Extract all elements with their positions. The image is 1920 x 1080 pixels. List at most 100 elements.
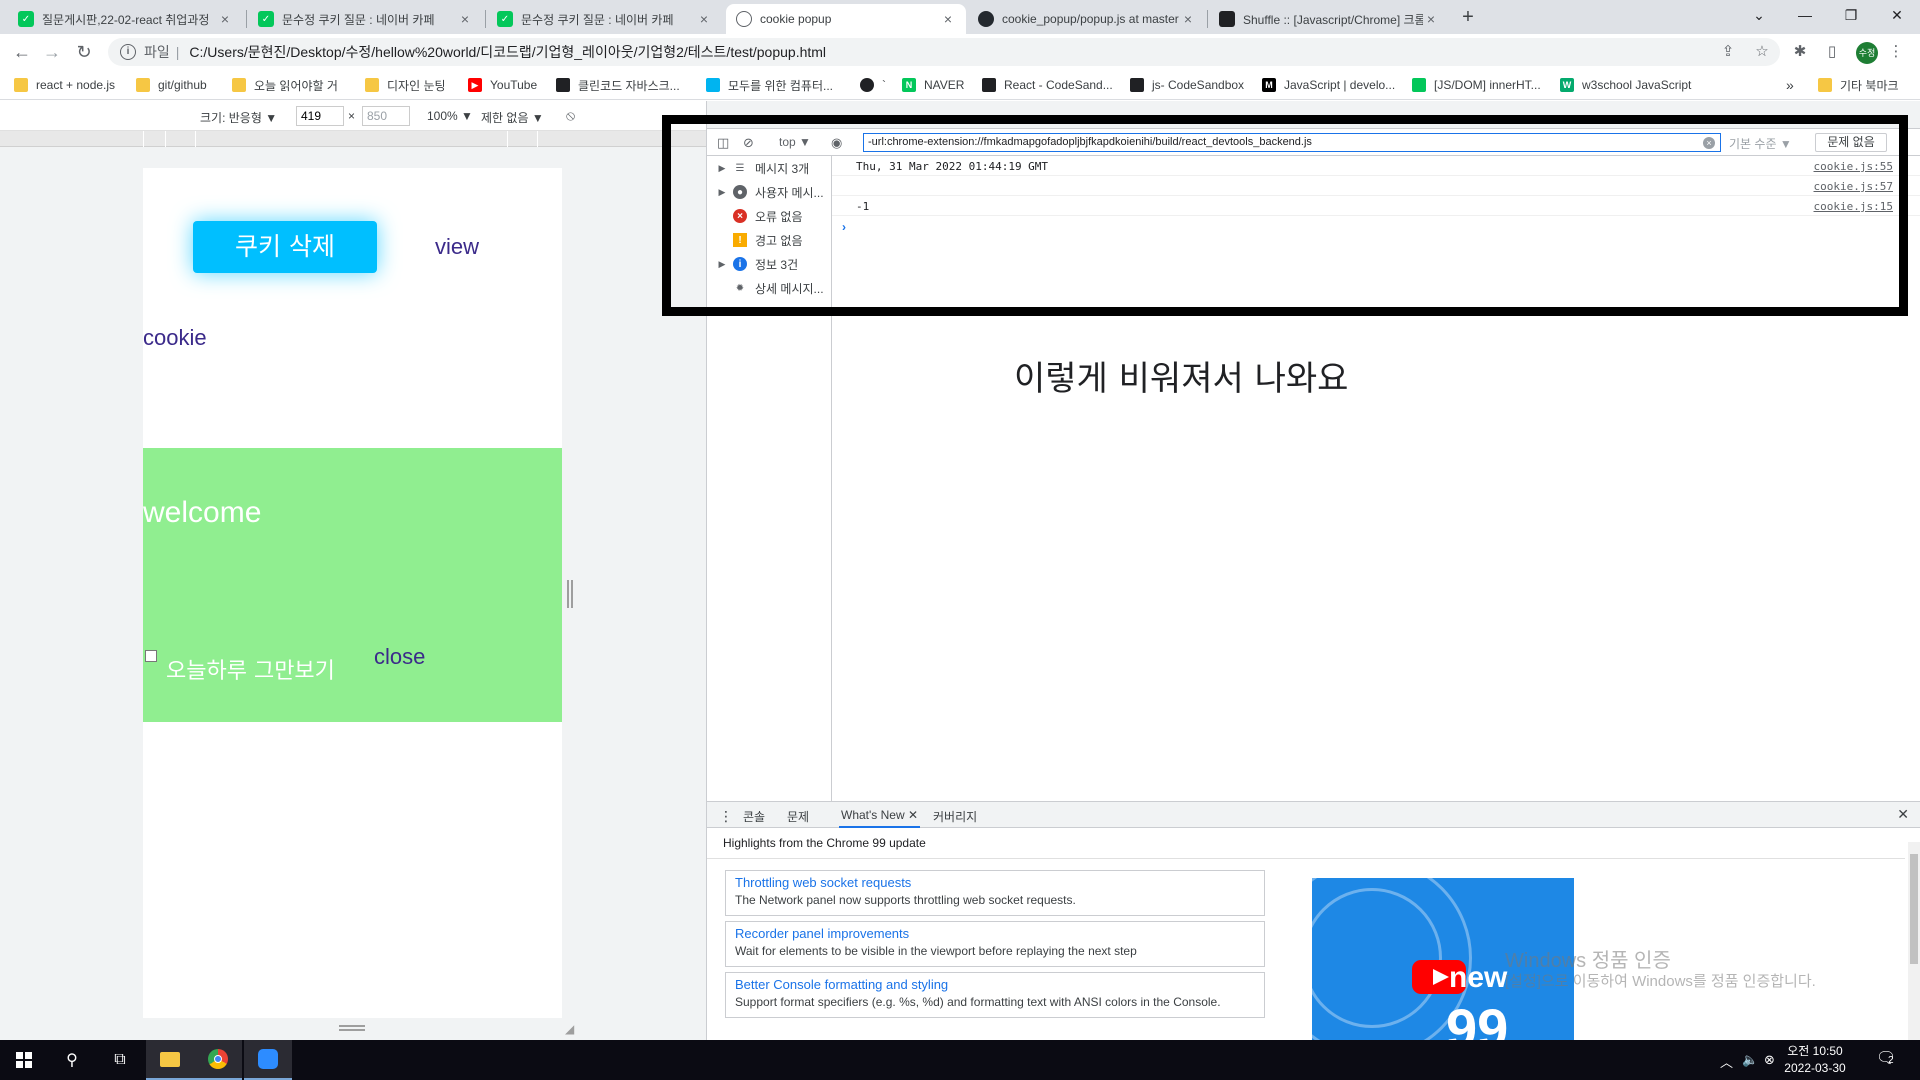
drawer-tab-console[interactable]: 콘솔 <box>743 808 765 825</box>
side-panel-icon[interactable]: ▯ <box>1822 42 1842 62</box>
annotation-highlight-box <box>662 115 1908 316</box>
bookmark-label: 클린코드 자바스크... <box>578 78 680 93</box>
tistory-icon <box>1219 11 1235 27</box>
whats-new-card[interactable]: Throttling web socket requests The Netwo… <box>725 870 1265 916</box>
windows-start-icon[interactable] <box>0 1040 48 1080</box>
bookmarks-overflow-button[interactable]: » <box>1786 76 1794 94</box>
minimize-icon[interactable]: — <box>1782 0 1828 30</box>
drawer-scrollbar[interactable] <box>1908 842 1920 1041</box>
bookmark-label: NAVER <box>924 78 965 92</box>
bookmark-item[interactable]: 클린코드 자바스크... <box>556 76 680 94</box>
ruler-segment[interactable] <box>165 131 195 147</box>
browser-tab[interactable]: ✓ 문수정 쿠키 질문 : 네이버 카페 × <box>487 4 722 34</box>
close-tab-icon[interactable]: ✕ <box>908 808 918 822</box>
zoom-dropdown[interactable]: 100% ▼ <box>427 109 473 123</box>
whats-new-card[interactable]: Better Console formatting and styling Su… <box>725 972 1265 1018</box>
bookmark-item[interactable]: Ww3school JavaScript <box>1560 76 1691 94</box>
browser-tab[interactable]: ✓ 질문게시판,22-02-react 취업과정 × <box>8 4 243 34</box>
bookmark-item[interactable]: ▶ YouTube <box>468 76 537 94</box>
drawer-tab-coverage[interactable]: 커버리지 <box>933 808 977 825</box>
browser-tab[interactable]: Shuffle :: [Javascript/Chrome] 크롬 × <box>1209 4 1449 34</box>
menu-icon[interactable]: ⋮ <box>1886 42 1906 62</box>
file-explorer-icon[interactable] <box>146 1040 194 1080</box>
cafe-favicon-icon: ✓ <box>258 11 274 27</box>
card-title-link[interactable]: Recorder panel improvements <box>735 926 1255 941</box>
search-icon[interactable]: ⚲ <box>48 1040 96 1080</box>
address-bar[interactable]: i 파일 | C:/Users/문현진/Desktop/수정/hellow%20… <box>108 38 1780 66</box>
viewport-resize-handle-right[interactable] <box>567 580 573 608</box>
back-icon[interactable]: ← <box>10 40 34 64</box>
bookmark-item[interactable]: React - CodeSand... <box>982 76 1113 94</box>
share-icon[interactable]: ⇪ <box>1718 42 1738 62</box>
chrome-icon[interactable] <box>194 1040 242 1080</box>
bookmark-item[interactable]: git/github <box>136 76 207 94</box>
notification-center-icon[interactable]: 🗨 2 <box>1876 1048 1906 1072</box>
close-tab-icon[interactable]: × <box>1180 11 1196 27</box>
tray-overflow-icon[interactable]: ︿ <box>1720 1052 1733 1071</box>
close-window-icon[interactable]: ✕ <box>1874 0 1920 30</box>
system-clock[interactable]: 오전 10:50 2022-03-30 <box>1780 1043 1850 1077</box>
close-drawer-icon[interactable]: ✕ <box>1897 806 1909 823</box>
bookmark-item[interactable]: react + node.js <box>14 76 115 94</box>
forward-icon[interactable]: → <box>40 40 64 64</box>
viewport-resize-handle-bottom[interactable] <box>339 1025 365 1031</box>
dont-show-today-checkbox[interactable] <box>145 650 157 662</box>
ruler-segment[interactable] <box>195 131 507 147</box>
drawer-tab-issues[interactable]: 문제 <box>787 808 809 825</box>
network-icon[interactable]: ⊗ <box>1764 1052 1775 1068</box>
drawer-menu-icon[interactable]: ⋮ <box>719 808 733 825</box>
viewport-width-input[interactable] <box>296 106 344 126</box>
rotate-icon[interactable]: ⦸ <box>566 107 575 124</box>
browser-tab[interactable]: cookie_popup/popup.js at master × <box>968 4 1206 34</box>
popup-close-link[interactable]: close <box>374 644 425 670</box>
bookmark-item[interactable]: [JS/DOM] innerHT... <box>1412 76 1541 94</box>
delete-cookie-button[interactable]: 쿠키 삭제 <box>193 221 377 273</box>
bookmark-item[interactable]: N NAVER <box>902 76 964 94</box>
viewport-height-input[interactable] <box>362 106 410 126</box>
device-size-dropdown[interactable]: 크기: 반응형 ▼ <box>200 109 277 126</box>
dimension-separator: × <box>348 109 356 123</box>
globe-icon <box>736 11 752 27</box>
whats-new-card[interactable]: Recorder panel improvements Wait for ele… <box>725 921 1265 967</box>
card-title-link[interactable]: Better Console formatting and styling <box>735 977 1255 992</box>
task-view-icon[interactable]: ⧉ <box>96 1040 144 1080</box>
cookie-output-text: cookie <box>143 325 207 350</box>
card-title-link[interactable]: Throttling web socket requests <box>735 875 1255 890</box>
close-tab-icon[interactable]: × <box>457 11 473 27</box>
bookmark-item[interactable]: 디자인 눈팅 <box>365 76 446 94</box>
throttle-dropdown[interactable]: 제한 없음 ▼ <box>481 109 544 126</box>
new-tab-button[interactable]: + <box>1456 6 1480 30</box>
bookmark-item[interactable]: 모두를 위한 컴퓨터... <box>706 76 833 94</box>
volume-icon[interactable]: 🔈 <box>1742 1052 1758 1068</box>
view-link[interactable]: view <box>435 234 479 260</box>
tab-search-icon[interactable]: ⌄ <box>1736 0 1782 30</box>
close-tab-icon[interactable]: × <box>1423 11 1439 27</box>
ruler-segment[interactable] <box>143 131 165 147</box>
dont-show-today-label[interactable]: 오늘하루 그만보기 <box>166 653 335 685</box>
profile-avatar[interactable]: 수정 <box>1856 42 1878 64</box>
info-icon[interactable]: i <box>120 44 136 60</box>
browser-tab-active[interactable]: cookie popup × <box>726 4 966 34</box>
url-text[interactable]: C:/Users/문현진/Desktop/수정/hellow%20world/디… <box>189 42 826 62</box>
restore-icon[interactable]: ❐ <box>1828 0 1874 30</box>
close-tab-icon[interactable]: × <box>940 11 956 27</box>
viewport-resize-handle-corner[interactable]: ◢ <box>565 1022 579 1036</box>
browser-tab[interactable]: ✓ 문수정 쿠키 질문 : 네이버 카페 × <box>248 4 483 34</box>
bookmark-label: w3school JavaScript <box>1582 78 1692 92</box>
bookmark-item[interactable]: M JavaScript | develo... <box>1262 76 1395 94</box>
reload-icon[interactable]: ↻ <box>72 40 96 64</box>
scrollbar-thumb[interactable] <box>1910 854 1918 964</box>
ruler-segment[interactable] <box>507 131 537 147</box>
close-tab-icon[interactable]: × <box>696 11 712 27</box>
ruler-segment[interactable] <box>537 131 562 147</box>
close-tab-icon[interactable]: × <box>217 11 233 27</box>
drawer-tab-whats-new[interactable]: What's New ✕ <box>839 802 921 828</box>
bookmark-item[interactable]: js- CodeSandbox <box>1130 76 1244 94</box>
extensions-icon[interactable]: ✱ <box>1790 42 1810 62</box>
other-bookmarks[interactable]: 기타 북마크 <box>1818 76 1899 94</box>
bookmark-star-icon[interactable]: ☆ <box>1752 42 1772 62</box>
bookmark-item[interactable]: ` <box>860 76 886 94</box>
clock-time: 오전 10:50 <box>1787 1044 1843 1058</box>
bookmark-item[interactable]: 오늘 읽어야할 거 <box>232 76 338 94</box>
zoom-app-icon[interactable] <box>244 1040 292 1080</box>
